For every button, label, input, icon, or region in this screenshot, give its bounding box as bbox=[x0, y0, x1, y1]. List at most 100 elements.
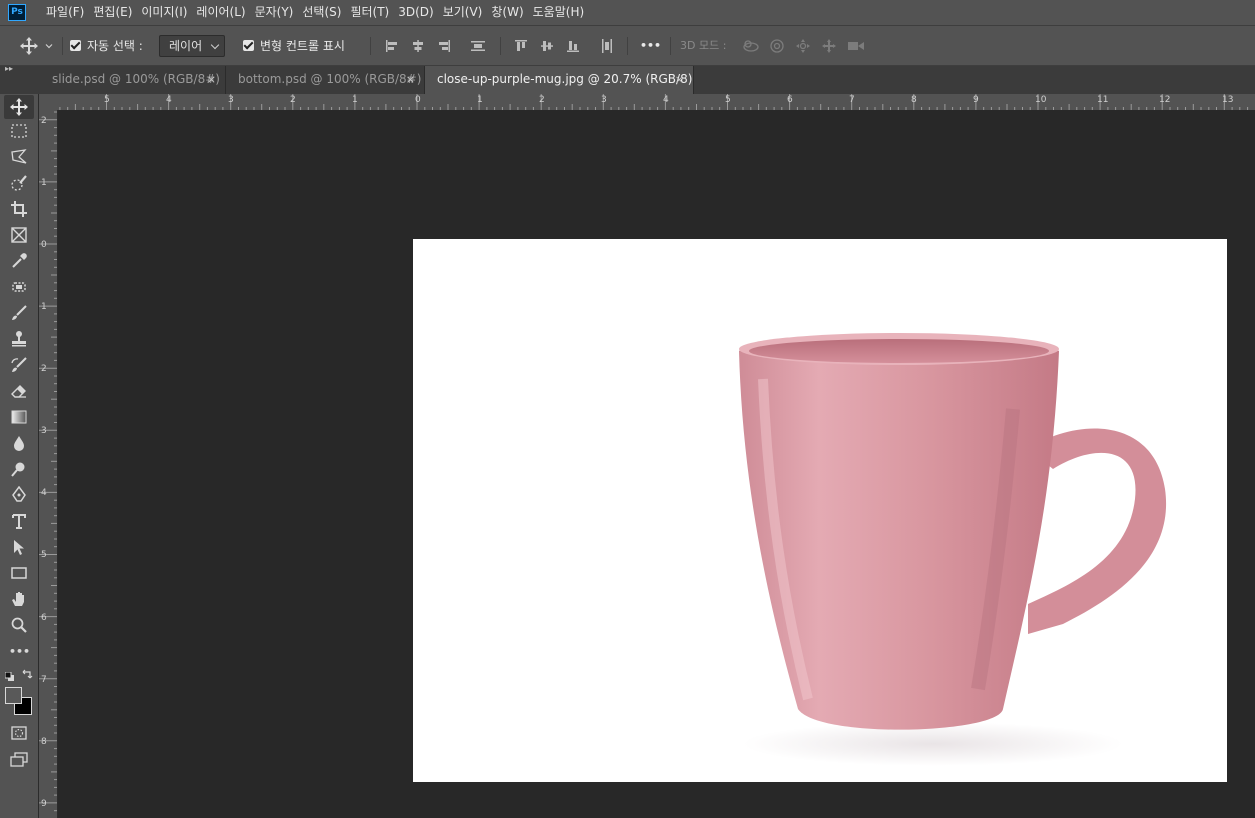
hand-tool[interactable] bbox=[9, 590, 29, 610]
swap-colors-icon[interactable] bbox=[21, 668, 33, 680]
ruler-label: 6 bbox=[787, 95, 793, 105]
scale-3d-button[interactable] bbox=[847, 38, 864, 54]
clone-stamp-tool[interactable] bbox=[9, 330, 29, 350]
align-middle-icon bbox=[541, 41, 553, 51]
ruler-label: 2 bbox=[290, 95, 296, 105]
tab-close-up-purple-mug[interactable]: close-up-purple-mug.jpg @ 20.7% (RGB/8) … bbox=[425, 66, 694, 94]
align-horizontal-centers-button[interactable] bbox=[410, 38, 426, 54]
menu-filter[interactable]: 필터(T) bbox=[348, 0, 396, 25]
eyedropper-tool[interactable] bbox=[9, 252, 29, 272]
separator bbox=[670, 37, 671, 55]
orbit-3d-button[interactable] bbox=[742, 38, 759, 54]
quick-mask-icon bbox=[11, 726, 27, 740]
crop-tool[interactable] bbox=[9, 200, 29, 220]
align-vertical-centers-button[interactable] bbox=[539, 38, 555, 54]
menu-help[interactable]: 도움말(H) bbox=[531, 0, 592, 25]
move-tool-preset-picker[interactable] bbox=[19, 26, 55, 65]
roll-3d-icon bbox=[770, 39, 784, 53]
history-brush-tool[interactable] bbox=[9, 356, 29, 376]
menu-edit[interactable]: 편집(E) bbox=[91, 0, 139, 25]
align-top-edges-button[interactable] bbox=[513, 38, 529, 54]
quick-mask-button[interactable] bbox=[9, 724, 29, 744]
ruler-label: 1 bbox=[352, 95, 358, 105]
show-transform-option: 변형 컨트롤 표시 bbox=[243, 26, 345, 65]
align-bottom-edges-button[interactable] bbox=[565, 38, 581, 54]
collapse-panels-icon[interactable]: ▸▸ bbox=[5, 65, 15, 73]
menu-window[interactable]: 창(W) bbox=[489, 0, 530, 25]
gradient-tool[interactable] bbox=[9, 408, 29, 428]
mug-inside bbox=[749, 339, 1049, 363]
default-colors-icon[interactable] bbox=[4, 670, 14, 681]
blur-tool[interactable] bbox=[9, 434, 29, 454]
frame-tool[interactable] bbox=[9, 226, 29, 246]
close-icon[interactable]: × bbox=[675, 66, 684, 93]
dodge-tool[interactable] bbox=[9, 460, 29, 480]
ruler-label: 9 bbox=[973, 95, 979, 105]
more-options-label: ••• bbox=[640, 39, 662, 52]
spot-healing-brush-tool[interactable] bbox=[9, 278, 29, 298]
menu-image[interactable]: 이미지(I) bbox=[139, 0, 194, 25]
hand-icon bbox=[12, 592, 24, 606]
vertical-ruler-ticks bbox=[39, 111, 57, 812]
tools-panel: ••• bbox=[0, 94, 39, 818]
menu-3d[interactable]: 3D(D) bbox=[396, 0, 440, 25]
type-icon bbox=[12, 514, 26, 529]
ruler-label: 10 bbox=[1035, 95, 1047, 105]
screen-mode-button[interactable] bbox=[9, 750, 29, 770]
brush-tool[interactable] bbox=[9, 304, 29, 324]
horizontal-ruler[interactable]: 5 4 3 2 1 0 1 2 3 4 5 6 7 8 9 10 11 12 1… bbox=[58, 94, 1255, 110]
ruler-label: 6 bbox=[41, 613, 47, 623]
pan-3d-button[interactable] bbox=[795, 38, 811, 54]
canvas-area[interactable] bbox=[58, 110, 1255, 818]
dodge-icon bbox=[11, 462, 25, 477]
tab-bottom-psd[interactable]: bottom.psd @ 100% (RGB/8#) × bbox=[226, 66, 425, 94]
move-tool[interactable] bbox=[4, 95, 34, 119]
distribute-vertical-icon bbox=[602, 39, 612, 53]
menu-layer[interactable]: 레이어(L) bbox=[194, 0, 252, 25]
mug-body bbox=[739, 345, 1059, 730]
menu-file[interactable]: 파일(F) bbox=[44, 0, 91, 25]
more-options-button[interactable]: ••• bbox=[640, 26, 661, 65]
ruler-label: 0 bbox=[415, 95, 421, 105]
separator bbox=[500, 37, 501, 55]
rectangle-tool[interactable] bbox=[9, 564, 29, 584]
tab-slide-psd[interactable]: slide.psd @ 100% (RGB/8#) × bbox=[40, 66, 226, 94]
auto-select-checkbox[interactable] bbox=[70, 40, 81, 51]
eraser-tool[interactable] bbox=[9, 382, 29, 402]
align-center-icon bbox=[413, 40, 423, 52]
edit-toolbar-button[interactable]: ••• bbox=[9, 642, 30, 662]
vertical-ruler[interactable]: 2 1 0 1 2 3 4 5 6 7 8 9 bbox=[39, 110, 58, 818]
menu-select[interactable]: 선택(S) bbox=[300, 0, 348, 25]
ruler-origin[interactable] bbox=[39, 94, 58, 110]
quick-selection-tool[interactable] bbox=[9, 174, 29, 194]
menu-type[interactable]: 문자(Y) bbox=[253, 0, 301, 25]
auto-select-option: 자동 선택 : bbox=[70, 26, 143, 65]
menu-view[interactable]: 보기(V) bbox=[441, 0, 490, 25]
ruler-label: 8 bbox=[911, 95, 917, 105]
align-right-edges-button[interactable] bbox=[436, 38, 452, 54]
distribute-horizontal-button[interactable] bbox=[470, 38, 486, 54]
auto-select-target-dropdown[interactable]: 레이어 bbox=[159, 35, 225, 57]
tab-title: close-up-purple-mug.jpg @ 20.7% (RGB/8) bbox=[437, 72, 693, 86]
close-icon[interactable]: × bbox=[406, 66, 415, 93]
move-icon bbox=[20, 36, 38, 55]
ruler-label: 3 bbox=[228, 95, 234, 105]
align-bottom-icon bbox=[567, 41, 579, 52]
close-icon[interactable]: × bbox=[207, 66, 216, 93]
pen-tool[interactable] bbox=[9, 486, 29, 506]
type-tool[interactable] bbox=[9, 512, 29, 532]
path-selection-tool[interactable] bbox=[9, 538, 29, 558]
bandage-icon bbox=[12, 282, 26, 292]
zoom-tool[interactable] bbox=[9, 616, 29, 636]
ruler-label: 4 bbox=[663, 95, 669, 105]
slide-3d-button[interactable] bbox=[821, 38, 837, 54]
rectangular-marquee-tool[interactable] bbox=[9, 122, 29, 142]
distribute-vertical-button[interactable] bbox=[599, 38, 615, 54]
roll-3d-button[interactable] bbox=[769, 38, 785, 54]
document-canvas[interactable] bbox=[413, 239, 1227, 782]
photoshop-logo: Ps bbox=[8, 4, 26, 21]
lasso-tool[interactable] bbox=[9, 148, 29, 168]
foreground-color-swatch[interactable] bbox=[5, 687, 22, 704]
show-transform-checkbox[interactable] bbox=[243, 40, 254, 51]
align-left-edges-button[interactable] bbox=[384, 38, 400, 54]
